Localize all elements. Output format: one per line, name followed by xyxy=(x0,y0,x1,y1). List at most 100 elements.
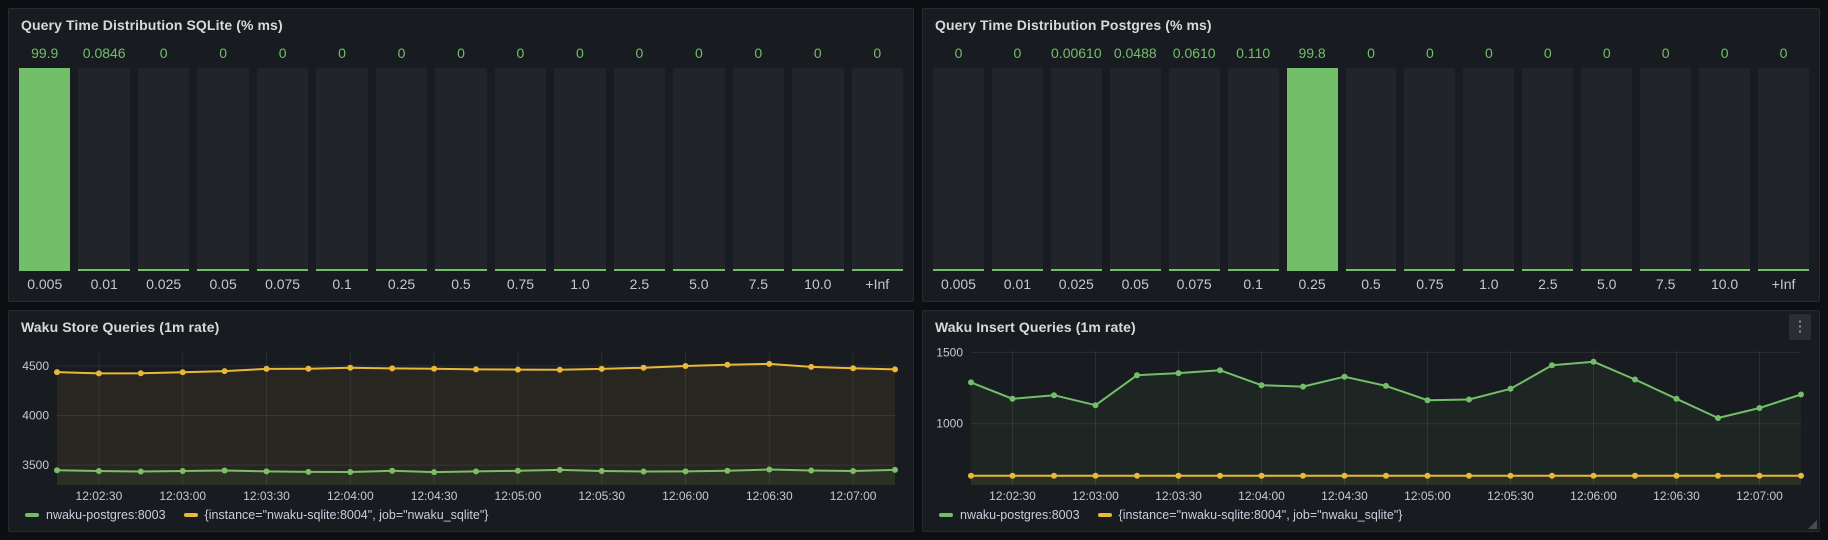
histogram-bar xyxy=(1169,68,1220,271)
y-axis-tick-label: 4000 xyxy=(22,409,49,423)
bar-value-label: 0 xyxy=(852,43,903,63)
series-point-0 xyxy=(1549,362,1555,368)
histogram-bar xyxy=(733,68,784,271)
histogram-bar-fill xyxy=(992,269,1043,271)
bar-gauge-bars xyxy=(19,68,903,271)
bar-value-label: 0 xyxy=(554,43,605,63)
timeseries-plot[interactable]: 1000150012:02:3012:03:0012:03:3012:04:00… xyxy=(925,343,1813,505)
panel-title[interactable]: Query Time Distribution SQLite (% ms) xyxy=(21,17,283,33)
series-point-1 xyxy=(1217,473,1223,479)
x-axis-tick-label: 12:04:00 xyxy=(327,489,374,503)
x-axis-tick-label: 12:05:30 xyxy=(1487,489,1534,503)
x-axis-label: 0.005 xyxy=(19,271,70,297)
bar-value-label: 0 xyxy=(316,43,367,63)
panel-menu-icon[interactable]: ⋮ xyxy=(1789,314,1811,340)
histogram-bar-fill xyxy=(138,269,189,271)
histogram-bar-fill xyxy=(673,269,724,271)
x-axis-tick-label: 12:06:00 xyxy=(1570,489,1617,503)
series-point-0 xyxy=(1093,402,1099,408)
histogram-bar-fill xyxy=(933,269,984,271)
series-point-1 xyxy=(1466,473,1472,479)
x-axis-label: 7.5 xyxy=(733,271,784,297)
bar-value-label: 99.8 xyxy=(1287,43,1338,63)
legend: nwaku-postgres:8003 {instance="nwaku-sqli… xyxy=(923,505,1819,531)
panel-title[interactable]: Query Time Distribution Postgres (% ms) xyxy=(935,17,1212,33)
x-axis-label: 2.5 xyxy=(614,271,665,297)
series-point-0 xyxy=(1798,392,1804,398)
bar-gauge-bars xyxy=(933,68,1809,271)
series-point-1 xyxy=(1425,473,1431,479)
histogram-bar-fill xyxy=(733,269,784,271)
histogram-bar xyxy=(197,68,248,271)
panel-sqlite-histogram: Query Time Distribution SQLite (% ms) 99… xyxy=(8,8,914,302)
x-axis-tick-label: 12:02:30 xyxy=(989,489,1036,503)
panel-title[interactable]: Waku Store Queries (1m rate) xyxy=(21,319,219,335)
x-axis-label: 2.5 xyxy=(1522,271,1573,297)
x-axis-label: 7.5 xyxy=(1640,271,1691,297)
legend-item[interactable]: nwaku-postgres:8003 xyxy=(939,508,1080,522)
bar-value-label: 0 xyxy=(435,43,486,63)
legend-swatch xyxy=(25,513,39,517)
series-point-1 xyxy=(850,365,856,371)
y-axis-tick-label: 1500 xyxy=(936,345,963,359)
histogram-bar xyxy=(554,68,605,271)
series-point-1 xyxy=(1300,473,1306,479)
histogram-bar-fill xyxy=(1346,269,1397,271)
series-point-1 xyxy=(641,365,647,371)
series-point-0 xyxy=(1757,405,1763,411)
series-point-1 xyxy=(305,366,311,372)
series-point-0 xyxy=(1176,370,1182,376)
series-point-1 xyxy=(1010,473,1016,479)
histogram-bar-fill xyxy=(1051,269,1102,271)
histogram-bar xyxy=(19,68,70,271)
legend: nwaku-postgres:8003 {instance="nwaku-sqli… xyxy=(9,505,913,531)
legend-item[interactable]: {instance="nwaku-sqlite:8004", job="nwak… xyxy=(184,508,489,522)
bar-value-label: 0 xyxy=(614,43,665,63)
histogram-bar xyxy=(435,68,486,271)
histogram-bar-fill xyxy=(792,269,843,271)
histogram-bar xyxy=(792,68,843,271)
series-point-0 xyxy=(1342,374,1348,380)
bar-value-label: 0 xyxy=(257,43,308,63)
series-point-1 xyxy=(1591,473,1597,479)
series-point-1 xyxy=(1715,473,1721,479)
x-axis-label: 1.0 xyxy=(1463,271,1514,297)
series-point-1 xyxy=(599,366,605,372)
series-point-1 xyxy=(1674,473,1680,479)
x-axis-label: 0.5 xyxy=(1346,271,1397,297)
histogram-bar xyxy=(1287,68,1338,271)
histogram-bar-fill xyxy=(852,269,903,271)
x-axis-label: 0.075 xyxy=(1169,271,1220,297)
panel-resize-handle[interactable] xyxy=(1808,520,1817,529)
legend-swatch xyxy=(939,513,953,517)
x-axis-label: 0.05 xyxy=(197,271,248,297)
legend-item[interactable]: {instance="nwaku-sqlite:8004", job="nwak… xyxy=(1098,508,1403,522)
bar-value-labels: 000.006100.04880.06100.11099.800000000 xyxy=(933,43,1809,63)
x-axis-tick-label: 12:06:30 xyxy=(1653,489,1700,503)
histogram-bar xyxy=(992,68,1043,271)
legend-item[interactable]: nwaku-postgres:8003 xyxy=(25,508,166,522)
histogram-bar xyxy=(1522,68,1573,271)
x-axis-tick-label: 12:06:00 xyxy=(662,489,709,503)
x-axis-label: 0.01 xyxy=(992,271,1043,297)
panel-store-queries: Waku Store Queries (1m rate) 35004000450… xyxy=(8,310,914,532)
series-point-0 xyxy=(1383,383,1389,389)
histogram-bar-fill xyxy=(19,68,70,271)
histogram-bar xyxy=(852,68,903,271)
series-point-0 xyxy=(1425,397,1431,403)
x-axis-label: 0.25 xyxy=(1287,271,1338,297)
series-point-1 xyxy=(1798,473,1804,479)
x-axis-label: 5.0 xyxy=(1581,271,1632,297)
panel-header: Query Time Distribution SQLite (% ms) xyxy=(9,9,913,41)
histogram-bar xyxy=(1758,68,1809,271)
series-point-1 xyxy=(724,362,730,368)
bar-value-label: 0 xyxy=(792,43,843,63)
timeseries-plot[interactable]: 35004000450012:02:3012:03:0012:03:3012:0… xyxy=(11,343,907,505)
panel-postgres-histogram: Query Time Distribution Postgres (% ms) … xyxy=(922,8,1820,302)
series-point-0 xyxy=(1051,392,1057,398)
series-point-1 xyxy=(1383,473,1389,479)
panel-title[interactable]: Waku Insert Queries (1m rate) xyxy=(935,319,1136,335)
histogram-bar-fill xyxy=(1228,269,1279,271)
histogram-bar-fill xyxy=(1522,269,1573,271)
x-axis-label: 10.0 xyxy=(792,271,843,297)
